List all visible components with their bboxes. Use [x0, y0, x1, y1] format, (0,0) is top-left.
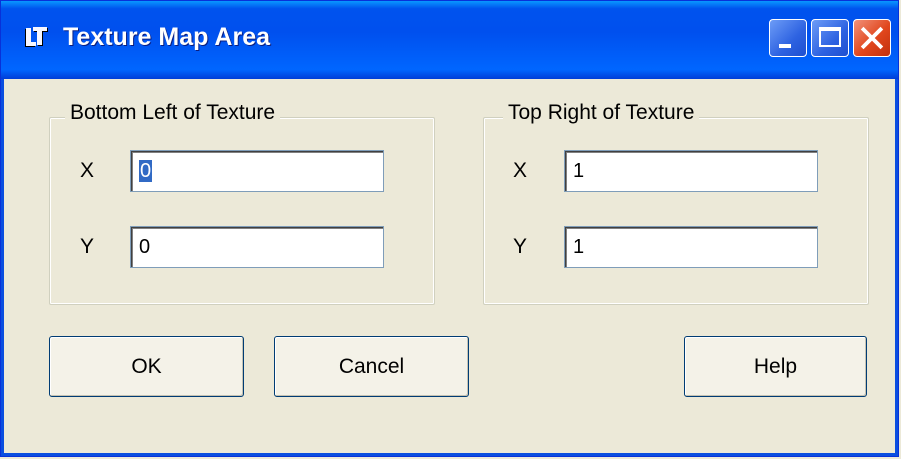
texture-map-area-dialog: Texture Map Area Bottom Left of Texture …: [0, 0, 899, 457]
bottom-left-y-value: 0: [139, 236, 151, 258]
ok-button[interactable]: OK: [49, 336, 244, 397]
maximize-icon: [819, 27, 841, 47]
top-right-legend: Top Right of Texture: [503, 101, 700, 125]
top-right-x-value: 1: [573, 160, 585, 182]
bottom-left-legend: Bottom Left of Texture: [65, 101, 281, 125]
minimize-button[interactable]: [769, 19, 807, 57]
top-right-y-input[interactable]: 1: [564, 226, 818, 268]
close-icon: [860, 26, 884, 50]
bottom-left-x-label: X: [80, 159, 95, 182]
top-right-y-value: 1: [573, 236, 585, 258]
bottom-left-groupbox: Bottom Left of Texture X 0 Y 0: [49, 101, 435, 305]
bottom-left-y-input[interactable]: 0: [130, 226, 384, 268]
cancel-button[interactable]: Cancel: [274, 336, 469, 397]
window-title: Texture Map Area: [63, 23, 271, 51]
bottom-left-x-value: 0: [139, 160, 153, 182]
top-right-x-label: X: [513, 159, 528, 182]
lt-app-icon: [25, 27, 48, 47]
minimize-icon: [779, 44, 791, 48]
bottom-left-x-input[interactable]: 0: [130, 150, 384, 192]
help-button[interactable]: Help: [684, 336, 867, 397]
maximize-button[interactable]: [811, 19, 849, 57]
top-right-x-input[interactable]: 1: [564, 150, 818, 192]
close-button[interactable]: [853, 19, 891, 57]
bottom-left-y-label: Y: [80, 235, 95, 258]
top-right-y-label: Y: [513, 235, 528, 258]
top-right-groupbox: Top Right of Texture X 1 Y 1: [483, 101, 869, 305]
window-bottom-border: [1, 453, 898, 456]
title-bar[interactable]: Texture Map Area: [1, 1, 898, 79]
